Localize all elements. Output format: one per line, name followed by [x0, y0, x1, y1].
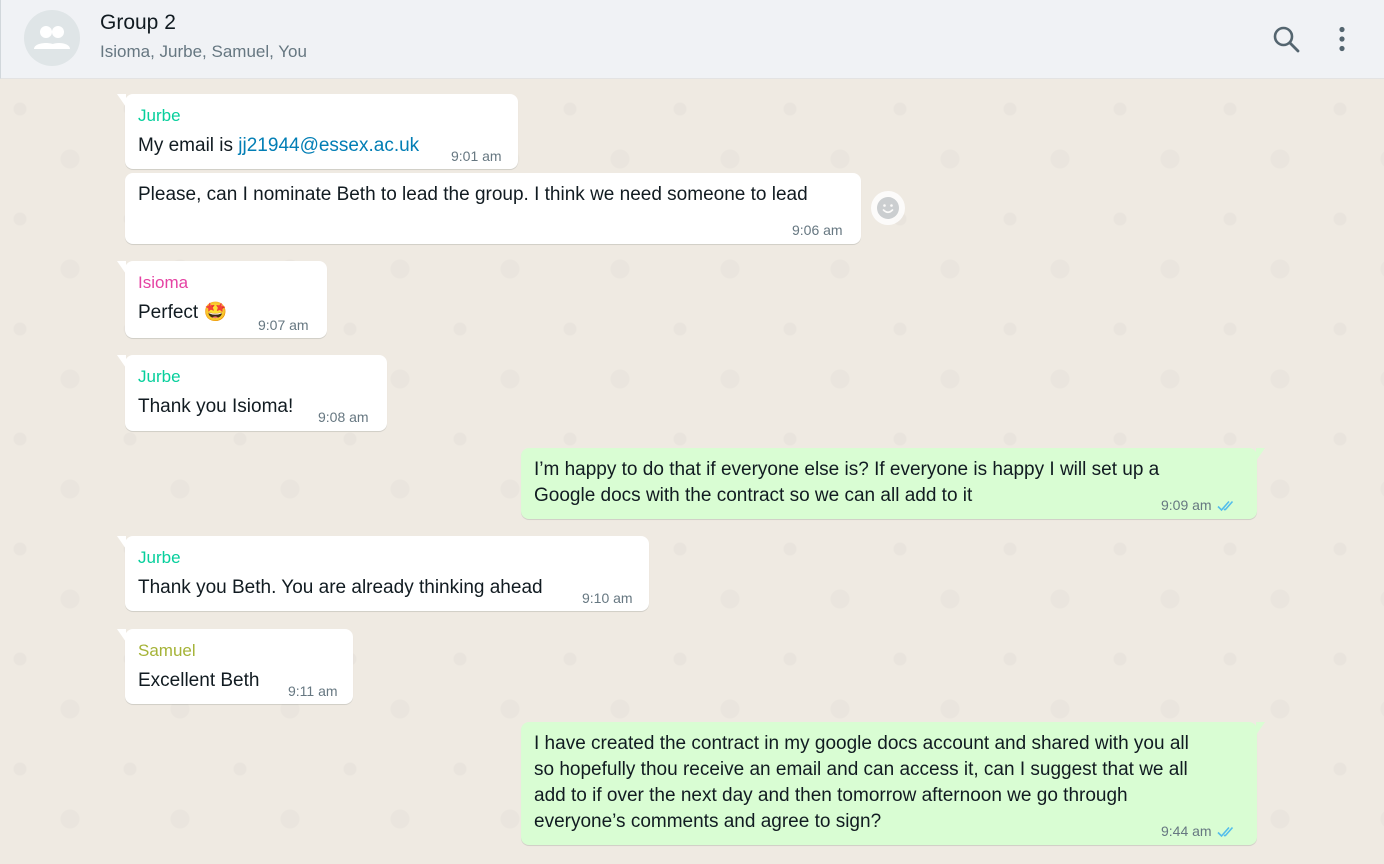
message-text: Please, can I nominate Beth to lead the …	[138, 184, 808, 205]
message-text: My email is jj21944@essex.ac.uk	[138, 133, 419, 159]
message-text: Thank you Beth. You are already thinking…	[138, 577, 543, 598]
menu-button[interactable]	[1325, 22, 1359, 56]
chat-header: Group 2 Isioma, Jurbe, Samuel, You	[0, 0, 1384, 79]
message-time: 9:09 am	[1161, 497, 1237, 515]
message-text: Perfect 🤩	[138, 300, 227, 326]
message-text-line: Google docs with the contract so we can …	[534, 485, 973, 506]
message-text-line: add to if over the next day and then tom…	[534, 785, 1128, 806]
sender-name[interactable]: Samuel	[138, 641, 196, 661]
message-text-prefix: My email is	[138, 135, 239, 156]
message-time: 9:07 am	[258, 317, 309, 333]
message-text: Thank you Isioma!	[138, 396, 294, 417]
search-icon	[1273, 26, 1300, 53]
message-text-line: everyone’s comments and agree to sign?	[534, 811, 882, 832]
message-text-line: so hopefully thou receive an email and c…	[534, 759, 1188, 780]
message-bubble[interactable]: Please, can I nominate Beth to lead the …	[125, 173, 861, 244]
message-bubble-outgoing[interactable]: I’m happy to do that if everyone else is…	[521, 448, 1265, 519]
message-bubble[interactable]: Jurbe Thank you Isioma! 9:08 am	[117, 355, 387, 431]
message-text: Excellent Beth	[138, 670, 260, 691]
double-check-icon	[1217, 825, 1237, 841]
group-title[interactable]: Group 2	[100, 11, 176, 35]
group-members[interactable]: Isioma, Jurbe, Samuel, You	[100, 42, 307, 62]
reaction-button[interactable]	[871, 191, 905, 225]
more-vert-icon	[1339, 26, 1345, 52]
smiley-icon	[877, 197, 899, 219]
message-bubble[interactable]: Jurbe Thank you Beth. You are already th…	[117, 536, 649, 611]
message-time: 9:11 am	[288, 683, 338, 699]
message-time: 9:01 am	[451, 148, 502, 164]
sender-name[interactable]: Jurbe	[138, 548, 181, 568]
group-avatar[interactable]	[24, 10, 80, 66]
message-text-line: I’m happy to do that if everyone else is…	[534, 459, 1160, 480]
sender-name[interactable]: Isioma	[138, 273, 188, 293]
sender-name[interactable]: Jurbe	[138, 367, 181, 387]
email-link[interactable]: jj21944@essex.ac.uk	[238, 135, 419, 156]
sender-name[interactable]: Jurbe	[138, 106, 181, 126]
message-time-text: 9:44 am	[1161, 823, 1212, 839]
double-check-icon	[1217, 499, 1237, 515]
message-bubble[interactable]: Samuel Excellent Beth 9:11 am	[117, 629, 353, 704]
message-time: 9:06 am	[792, 222, 843, 238]
message-time: 9:08 am	[318, 409, 369, 425]
message-bubble[interactable]: Isioma Perfect 🤩 9:07 am	[117, 261, 327, 338]
search-button[interactable]	[1269, 22, 1303, 56]
message-time: 9:44 am	[1161, 823, 1237, 841]
message-text-line: I have created the contract in my google…	[534, 733, 1189, 754]
star-struck-emoji: 🤩	[203, 302, 228, 323]
group-icon	[34, 26, 70, 49]
message-time: 9:10 am	[582, 590, 633, 606]
message-bubble[interactable]: Jurbe My email is jj21944@essex.ac.uk 9:…	[117, 94, 518, 169]
message-text-body: Perfect	[138, 302, 199, 323]
message-bubble-outgoing[interactable]: I have created the contract in my google…	[521, 722, 1265, 845]
message-time-text: 9:09 am	[1161, 497, 1212, 513]
